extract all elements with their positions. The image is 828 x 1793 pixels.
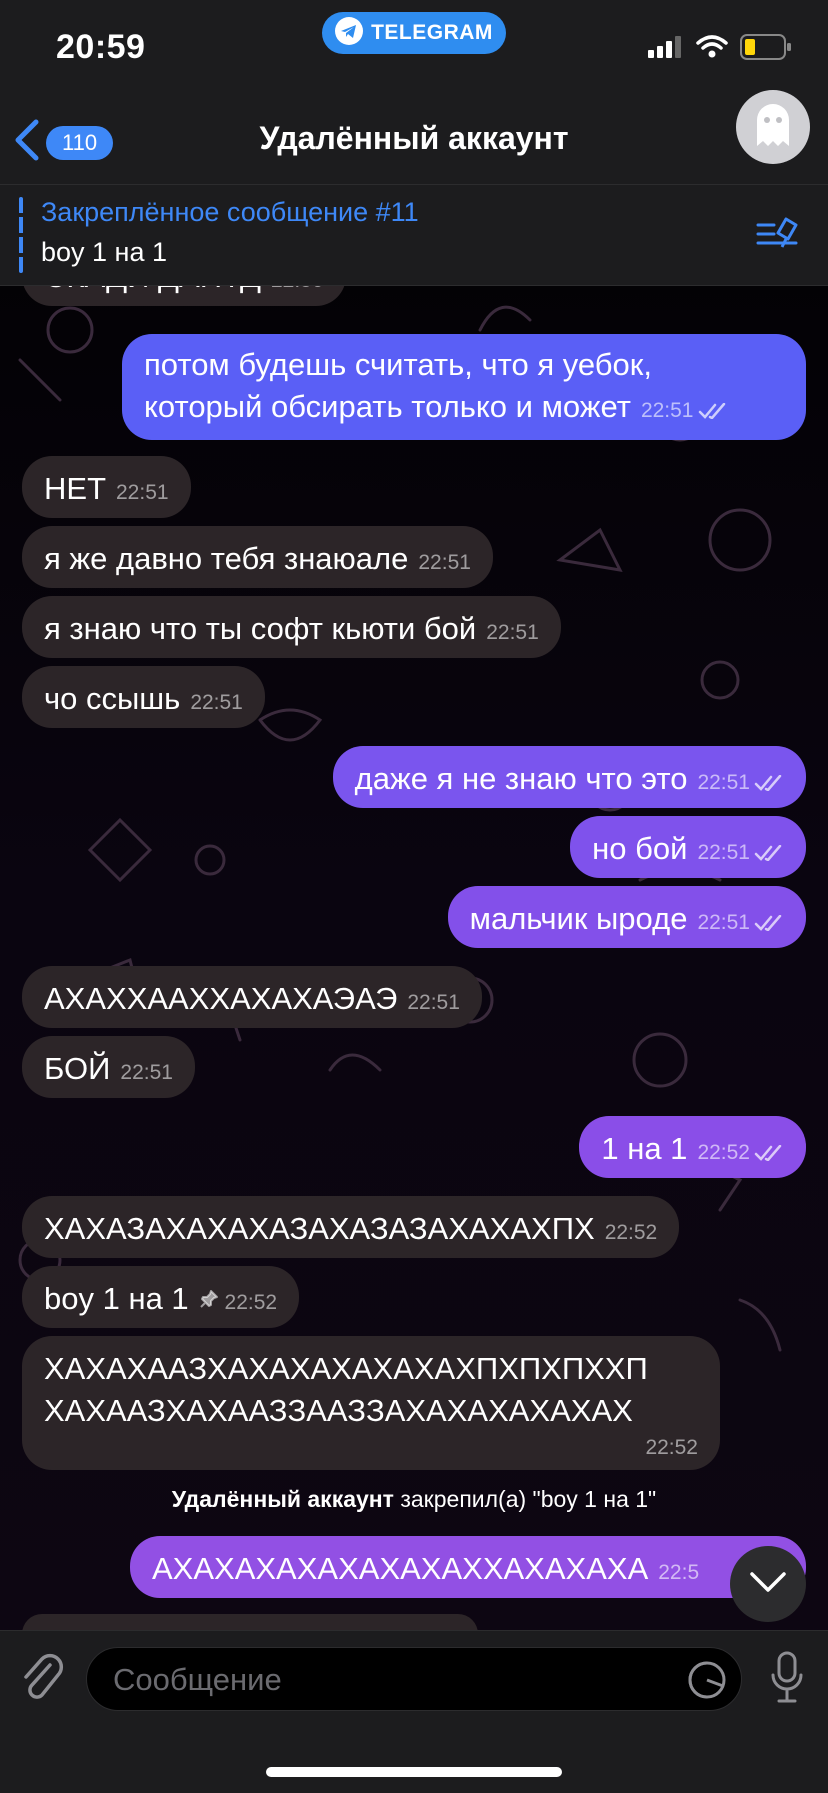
message-time: 22:52 (604, 1221, 658, 1244)
message-time: 22:51 (120, 1061, 173, 1084)
chat-header: 110 Удалённый аккаунт (0, 90, 828, 184)
message-incoming[interactable]: ХАХАХААЗХАХАХАХАХАХАХПХПХПХХП ХАХААЗХАХА… (22, 1336, 720, 1470)
pin-icon (199, 1290, 219, 1314)
message-time: 22:52 (645, 1436, 698, 1459)
message-incoming[interactable]: НЕТ 22:51 (22, 456, 191, 518)
message-text: БОЙ (44, 1051, 111, 1086)
avatar[interactable] (736, 90, 810, 164)
scroll-down-button[interactable] (730, 1546, 806, 1622)
message-incoming[interactable]: АХАХХААХХАХАХАЭАЭ 22:51 (22, 966, 482, 1028)
wifi-icon (696, 35, 728, 64)
message-text: boy 1 на 1 (44, 1281, 189, 1316)
message-text-line2: который обсирать только и может (144, 389, 631, 424)
message-incoming[interactable]: я же давно тебя знаюале 22:51 (22, 526, 493, 588)
message-time: 22:51 (116, 481, 169, 504)
double-check-icon (754, 1130, 784, 1172)
pinned-text: boy 1 на 1 (41, 237, 167, 267)
message-text: НЕТ (44, 471, 106, 506)
pinned-indicator (19, 197, 23, 273)
status-time: 20:59 (56, 28, 146, 66)
chevron-down-icon (748, 1570, 788, 1599)
telegram-icon (335, 16, 364, 50)
message-time: 22:51 (697, 771, 750, 794)
service-message: Удалённый аккаунт закрепил(а) "boy 1 на … (0, 1486, 828, 1513)
pinned-title: Закреплённое сообщение #11 (41, 197, 419, 227)
message-time: 22:51 (697, 911, 750, 934)
chat-title[interactable]: Удалённый аккаунт (0, 120, 828, 157)
message-time: 22:52 (224, 1291, 278, 1314)
message-outgoing[interactable]: но бой 22:51 (570, 816, 806, 878)
message-text: ХАХАЗАХАХАХАЗАХАЗАЗАХАХАХПХ (44, 1211, 595, 1246)
message-text: АХАХХААХХАХАХАЭАЭ (44, 981, 398, 1016)
message-time: 22:5 (658, 1561, 700, 1584)
message-incoming[interactable]: я знаю что ты софт кьюти бой 22:51 (22, 596, 561, 658)
message-input[interactable] (111, 1648, 675, 1712)
message-outgoing[interactable]: даже я не знаю что это 22:51 (332, 746, 806, 808)
signal-icon (648, 36, 684, 63)
message-text: я знаю что ты софт кьюти бой (44, 611, 477, 646)
message-text: мальчик ыроде (469, 901, 688, 936)
double-check-icon (698, 388, 728, 430)
message-incoming[interactable]: БОЙ 22:51 (22, 1036, 195, 1098)
message-time: 22:51 (697, 841, 750, 864)
message-text: ХАХАХААЗХАХАХАХАХАХАХПХПХПХХП (44, 1351, 648, 1386)
input-bar (0, 1630, 828, 1793)
message-incoming[interactable]: ХАХАЗАХАХАХАЗАХАЗАЗАХАХАХПХ 22:52 (22, 1196, 680, 1258)
pin-list-icon[interactable] (756, 215, 798, 256)
sticker-icon[interactable] (687, 1660, 727, 1705)
telegram-pill-label: TELEGRAM (371, 21, 493, 44)
message-time: 22:51 (190, 691, 243, 714)
service-actor: Удалённый аккаунт (171, 1486, 394, 1512)
home-indicator (266, 1767, 562, 1777)
message-text: даже я не знаю что это (354, 761, 688, 796)
double-check-icon (754, 830, 784, 872)
battery-icon (740, 34, 792, 65)
message-time: 22:51 (407, 991, 460, 1014)
message-incoming[interactable]: boy 1 на 1 22:52 (22, 1266, 300, 1328)
double-check-icon (754, 760, 784, 802)
message-text: 1 на 1 (601, 1131, 688, 1166)
pinned-message-bar[interactable]: Закреплённое сообщение #11 boy 1 на 1 (0, 184, 828, 286)
message-outgoing[interactable]: потом будешь считать, что я уебок, котор… (122, 334, 806, 440)
status-bar: 20:59 TELEGRAM (0, 0, 828, 100)
double-check-icon (754, 900, 784, 942)
message-outgoing[interactable]: мальчик ыроде 22:51 (447, 886, 806, 948)
message-outgoing[interactable]: АХАХАХАХАХАХАХАХХАХАХАХА 22:5 (130, 1536, 806, 1598)
paperclip-icon[interactable] (20, 1653, 64, 1708)
message-time: 22:51 (486, 621, 539, 644)
message-text: потом будешь считать, что я уебок, (144, 347, 652, 382)
message-time-pinned: 22:52 (199, 1290, 278, 1314)
microphone-icon[interactable] (770, 1651, 804, 1710)
service-action: закрепил(а) "boy 1 на 1" (400, 1486, 657, 1512)
message-field (86, 1647, 742, 1712)
message-text: АХАХАХАХАХАХАХАХХАХАХАХА (152, 1551, 649, 1586)
message-outgoing[interactable]: 1 на 1 22:52 (579, 1116, 806, 1178)
message-text: я же давно тебя знаюале (44, 541, 409, 576)
message-text-line2: ХАХААЗХАХААЗЗААЗЗАХАХАХАХАХАХ (44, 1393, 633, 1428)
message-text: чо ссышь (44, 681, 181, 716)
ghost-icon (753, 102, 793, 153)
message-text: но бой (592, 831, 688, 866)
message-time: 22:51 (418, 551, 471, 574)
message-time: 22:52 (697, 1141, 750, 1164)
message-time: 22:51 (640, 399, 694, 422)
message-incoming[interactable]: чо ссышь 22:51 (22, 666, 265, 728)
telegram-pill[interactable]: TELEGRAM (322, 12, 506, 54)
